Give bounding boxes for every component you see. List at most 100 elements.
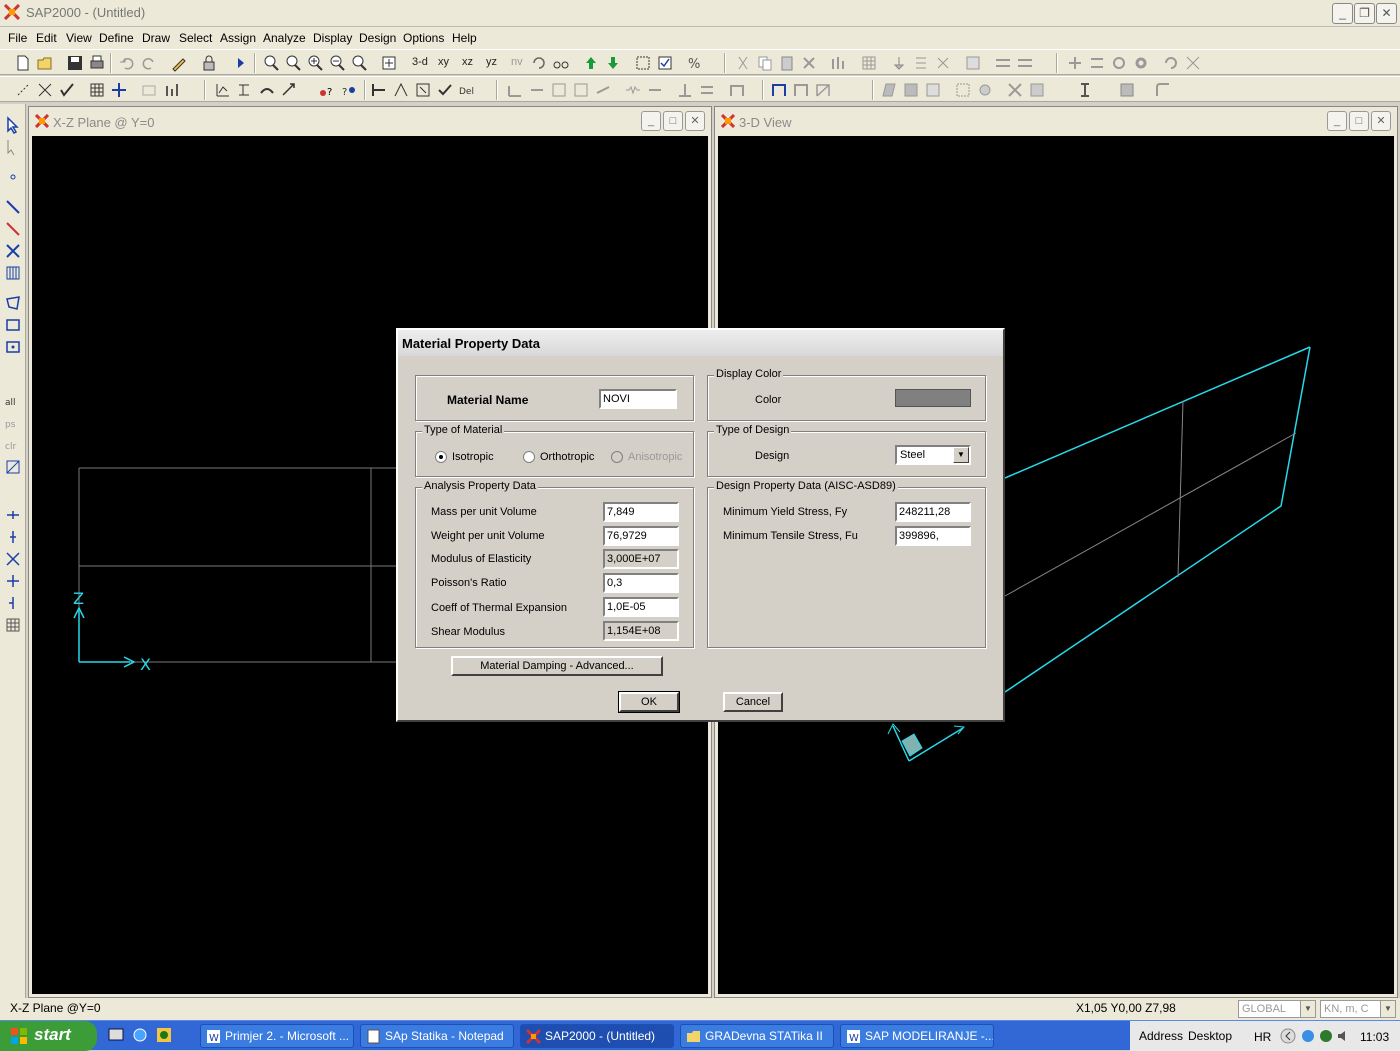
isotropic-radio[interactable]	[435, 451, 447, 463]
quick-draw-area-icon[interactable]	[924, 81, 942, 99]
snap-lines-icon[interactable]	[4, 594, 22, 612]
pointer-icon[interactable]	[4, 116, 22, 134]
menu-define[interactable]: Define	[99, 31, 134, 45]
draw-spring-icon[interactable]	[624, 81, 642, 99]
view-yz-button[interactable]: yz	[486, 56, 497, 68]
chevron-left-icon[interactable]	[1280, 1028, 1296, 1044]
volume-icon[interactable]	[1336, 1028, 1352, 1044]
minimize-button[interactable]: _	[1332, 3, 1353, 24]
draw-joint-icon[interactable]	[4, 168, 22, 186]
joint-restraints-icon[interactable]	[890, 54, 908, 72]
poissons-ratio-input[interactable]: 0,3	[603, 573, 679, 593]
replicate-icon[interactable]	[830, 54, 848, 72]
move-up-icon[interactable]	[582, 54, 600, 72]
zoom-previous-icon[interactable]	[284, 54, 302, 72]
quick-frame-line-icon[interactable]	[4, 220, 22, 238]
quick-draw-frame-icon[interactable]	[792, 81, 810, 99]
draw-cable-icon[interactable]	[528, 81, 546, 99]
yield-stress-input[interactable]: 248211,28	[895, 502, 971, 522]
task-sap2000[interactable]: SAP2000 - (Untitled)	[520, 1024, 674, 1048]
show-loads-icon[interactable]	[236, 81, 254, 99]
draw-dimension-icon[interactable]	[646, 81, 664, 99]
paste-icon[interactable]	[778, 54, 796, 72]
xz-close-button[interactable]: ✕	[685, 111, 705, 131]
mass-per-volume-input[interactable]: 7,849	[603, 502, 679, 522]
intersecting-line-icon[interactable]	[4, 458, 22, 476]
set-elements-icon[interactable]	[656, 54, 674, 72]
pencil-icon[interactable]	[170, 54, 188, 72]
lock-icon[interactable]	[200, 54, 218, 72]
draw-developed-elevation-icon[interactable]	[728, 81, 746, 99]
network-icon[interactable]	[1300, 1028, 1316, 1044]
draw-frame-icon[interactable]	[506, 81, 524, 99]
reshaper-icon[interactable]	[4, 138, 22, 156]
menu-edit[interactable]: Edit	[36, 31, 57, 45]
redo-icon[interactable]	[140, 54, 158, 72]
shell-sections-icon[interactable]	[1066, 54, 1084, 72]
draw-rigid-icon[interactable]	[1006, 81, 1024, 99]
view-xy-button[interactable]: xy	[438, 56, 449, 68]
draw-area-icon[interactable]	[140, 81, 158, 99]
coord-system-select[interactable]: GLOBAL ▼	[1238, 1000, 1316, 1018]
draw-reference-icon[interactable]	[698, 81, 716, 99]
stress-check-icon[interactable]	[414, 81, 432, 99]
menu-display[interactable]: Display	[313, 31, 352, 45]
del-design-icon[interactable]: Del	[458, 81, 476, 99]
gear-icon[interactable]	[1132, 54, 1150, 72]
design-check-icon[interactable]: ?	[318, 81, 336, 99]
draw-solid-area-icon[interactable]	[954, 81, 972, 99]
delete-icon[interactable]	[800, 54, 818, 72]
object-shrink-icon[interactable]	[634, 54, 652, 72]
move-axes-icon[interactable]	[110, 81, 128, 99]
menu-file[interactable]: File	[8, 31, 27, 45]
show-forces-icon[interactable]	[280, 81, 298, 99]
secondary-beams-icon[interactable]	[4, 264, 22, 282]
cut-icon[interactable]	[734, 54, 752, 72]
snap-icon[interactable]	[58, 81, 76, 99]
print-icon[interactable]	[88, 54, 106, 72]
restore-button[interactable]: ❐	[1354, 3, 1375, 24]
draw-link-element-icon[interactable]	[1028, 81, 1046, 99]
start-button[interactable]: start	[0, 1021, 97, 1051]
draw-text-icon[interactable]	[1076, 81, 1094, 99]
pan-icon[interactable]	[380, 54, 398, 72]
mesh-icon[interactable]	[1184, 54, 1202, 72]
select-pointer-icon[interactable]	[14, 81, 32, 99]
run-analysis-icon[interactable]	[232, 54, 250, 72]
show-deformed-icon[interactable]	[258, 81, 276, 99]
snap-ends-icon[interactable]	[4, 528, 22, 546]
draw-frame-line-icon[interactable]	[4, 198, 22, 216]
task-word-sap-modeliranje[interactable]: W SAP MODELIRANJE -...	[840, 1024, 994, 1048]
antivirus-icon[interactable]	[1318, 1028, 1334, 1044]
show-desktop-icon[interactable]	[108, 1027, 124, 1043]
tensile-stress-input[interactable]: 399896,	[895, 526, 971, 546]
quick-draw-braces-icon[interactable]	[814, 81, 832, 99]
snap-perpendicular-icon[interactable]	[4, 572, 22, 590]
anisotropic-radio[interactable]	[611, 451, 623, 463]
rect-area-icon[interactable]	[4, 316, 22, 334]
zoom-out-icon[interactable]	[328, 54, 346, 72]
group-assign-icon[interactable]	[1110, 54, 1128, 72]
design-type-select[interactable]: Steel ▼	[895, 445, 971, 465]
joint-loads-icon[interactable]	[934, 54, 952, 72]
percent-icon[interactable]: %	[686, 54, 704, 72]
address-toolbar-label[interactable]: Address	[1139, 1029, 1183, 1043]
design-overwrites-icon[interactable]: ?	[340, 81, 358, 99]
reshape-icon[interactable]	[36, 81, 54, 99]
poly-area-icon[interactable]	[4, 294, 22, 312]
menu-options[interactable]: Options	[403, 31, 444, 45]
view-nv-button[interactable]: nv	[511, 56, 523, 68]
undo-icon[interactable]	[118, 54, 136, 72]
grid-snap-icon[interactable]	[88, 81, 106, 99]
draw-solid-icon[interactable]	[164, 81, 182, 99]
close-button[interactable]: ✕	[1376, 3, 1397, 24]
menu-design[interactable]: Design	[359, 31, 396, 45]
thermal-expansion-input[interactable]: 1,0E-05	[603, 597, 679, 617]
joint-springs-icon[interactable]	[912, 54, 930, 72]
quick-area-icon[interactable]	[4, 338, 22, 356]
menu-view[interactable]: View	[66, 31, 92, 45]
draw-tendon-path-icon[interactable]	[1154, 81, 1172, 99]
open-folder-icon[interactable]	[36, 54, 54, 72]
previous-selection-icon[interactable]: ps	[4, 414, 22, 432]
shell-loads-icon[interactable]	[1088, 54, 1106, 72]
